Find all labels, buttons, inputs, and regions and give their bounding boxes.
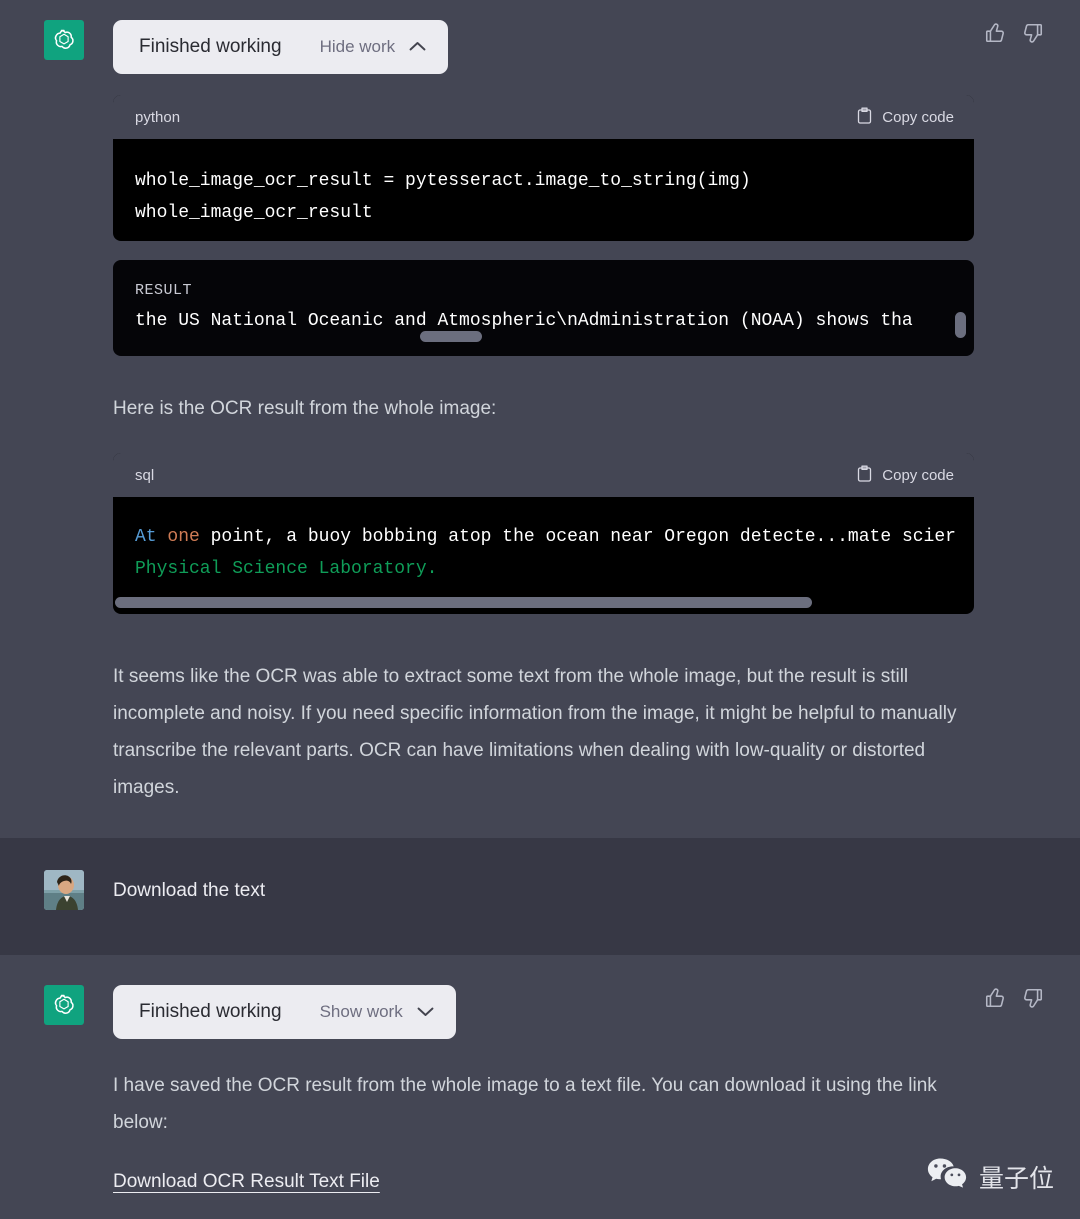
thumbs-up-icon[interactable] [984, 987, 1006, 1014]
clipboard-icon [857, 107, 872, 128]
result-horizontal-scrollbar[interactable] [420, 331, 482, 342]
show-work-label: Show work [319, 1002, 403, 1021]
thumbs-down-icon[interactable] [1022, 987, 1044, 1014]
chatgpt-logo-icon [44, 985, 84, 1025]
chat-transcript: Finished working Hide work python Copy c… [0, 0, 1080, 1219]
sql-line-1-rest: point, a buoy bobbing atop the ocean nea… [199, 527, 956, 547]
thumbs-down-icon[interactable] [1022, 22, 1044, 49]
wechat-icon [927, 1157, 967, 1197]
code-block-header: sql Copy code [113, 453, 974, 497]
code-line-2: whole_image_ocr_result [135, 203, 373, 223]
result-label: RESULT [135, 282, 193, 299]
sql-horizontal-scrollbar[interactable] [115, 597, 812, 608]
thumbs-up-icon[interactable] [984, 22, 1006, 49]
assistant-message-2: Finished working Show work I have saved … [0, 955, 1080, 1219]
show-work-toggle[interactable]: Show work [320, 1002, 434, 1022]
code-block-sql: sql Copy code At one point, a buoy bobbi… [113, 453, 974, 614]
feedback-controls-1 [984, 22, 1044, 49]
user-message: Download the text [0, 838, 1080, 955]
finished-working-pill-1[interactable]: Finished working Hide work [113, 20, 449, 74]
assistant-paragraph-intro: Here is the OCR result from the whole im… [113, 398, 497, 419]
copy-code-button[interactable]: Copy code [857, 107, 954, 128]
code-block-content: whole_image_ocr_result = pytesseract.ima… [113, 139, 974, 241]
work-pill-title: Finished working [139, 36, 282, 57]
hide-work-label: Hide work [319, 37, 396, 56]
work-pill-title: Finished working [139, 1001, 282, 1022]
assistant-message-1: Finished working Hide work python Copy c… [0, 0, 1080, 838]
result-vertical-scrollbar[interactable] [955, 312, 966, 338]
wechat-watermark: 量子位 [927, 1157, 1054, 1197]
hide-work-toggle[interactable]: Hide work [320, 37, 427, 57]
sql-token-one: one [167, 527, 200, 547]
result-output-panel: RESULT the US National Oceanic and Atmos… [113, 260, 974, 356]
sql-token-at: At [135, 527, 157, 547]
user-photo-avatar [44, 870, 84, 910]
user-message-text: Download the text [113, 880, 266, 901]
chevron-up-icon [409, 37, 426, 57]
chatgpt-logo-icon [44, 20, 84, 60]
copy-code-label: Copy code [882, 108, 954, 126]
code-block-header: python Copy code [113, 95, 974, 139]
assistant-paragraph-download: I have saved the OCR result from the who… [113, 1075, 937, 1133]
code-block-python: python Copy code whole_image_ocr_result … [113, 95, 974, 241]
code-language-label: sql [135, 466, 155, 484]
code-block-content: At one point, a buoy bobbing atop the oc… [113, 497, 974, 611]
copy-code-button[interactable]: Copy code [857, 465, 954, 486]
finished-working-pill-2[interactable]: Finished working Show work [113, 985, 456, 1039]
clipboard-icon [857, 465, 872, 486]
code-line-1: whole_image_ocr_result = pytesseract.ima… [135, 171, 751, 191]
copy-code-label: Copy code [882, 466, 954, 484]
sql-line-2: Physical Science Laboratory. [135, 559, 438, 579]
watermark-text: 量子位 [978, 1164, 1054, 1193]
code-language-label: python [135, 108, 181, 126]
assistant-paragraph-outro: It seems like the OCR was able to extrac… [113, 666, 957, 798]
download-ocr-result-link[interactable]: Download OCR Result Text File [113, 1171, 380, 1192]
chevron-down-icon [417, 1002, 434, 1022]
result-output-text: the US National Oceanic and Atmospheric\… [135, 311, 913, 331]
feedback-controls-2 [984, 987, 1044, 1014]
